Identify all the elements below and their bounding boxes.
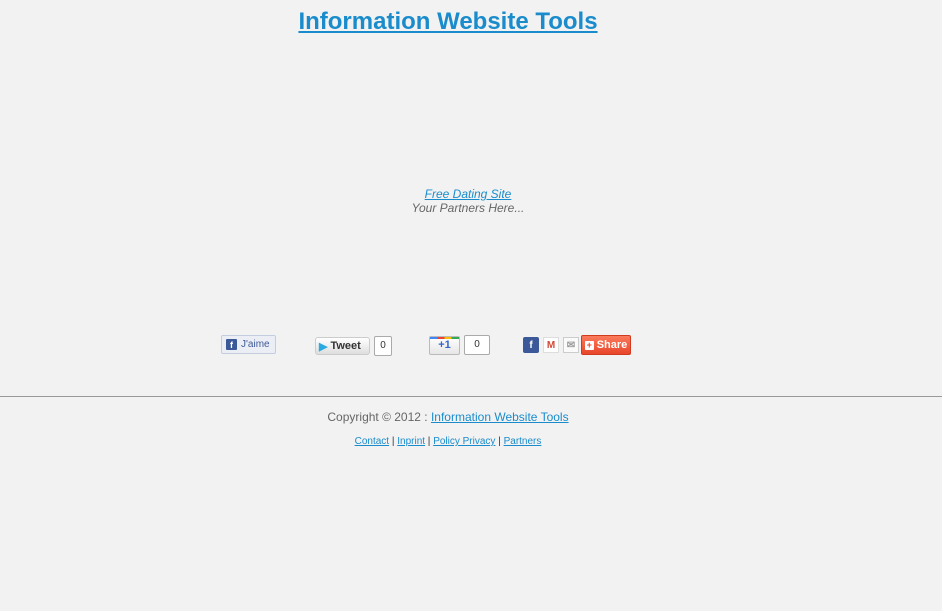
share-button[interactable]: + Share — [581, 335, 631, 355]
tweet-label: Tweet — [330, 340, 361, 352]
partners-tagline: Your Partners Here... — [411, 201, 525, 215]
copyright-text: Copyright © 2012 : — [327, 410, 431, 424]
google-plus-count: 0 — [464, 335, 490, 355]
tweet-button[interactable]: ▶ Tweet — [315, 337, 370, 355]
footer-separator: | — [389, 436, 398, 447]
twitter-bird-icon: ▶ — [319, 340, 328, 353]
share-plus-icon: + — [584, 339, 594, 350]
copyright-line: Copyright © 2012 : Information Website T… — [0, 410, 896, 424]
footer-separator: | — [495, 436, 504, 447]
gmail-share-icon[interactable]: M — [543, 337, 559, 353]
partners-link[interactable]: Partners — [504, 436, 542, 447]
google-plus-label: +1 — [438, 339, 451, 351]
facebook-share-icon[interactable]: f — [523, 337, 539, 353]
facebook-icon: f — [226, 339, 237, 350]
footer-divider — [0, 396, 943, 397]
share-widget: f M ✉ + Share — [523, 334, 631, 356]
copyright-site-link[interactable]: Information Website Tools — [431, 410, 569, 424]
google-plus-one-button[interactable]: +1 — [429, 335, 460, 355]
site-title-link[interactable]: Information Website Tools — [0, 8, 896, 36]
policy-privacy-link[interactable]: Policy Privacy — [433, 436, 495, 447]
inprint-link[interactable]: Inprint — [397, 436, 425, 447]
facebook-like-button[interactable]: f J'aime — [221, 335, 276, 354]
footer-links: Contact | Inprint | Policy Privacy | Par… — [0, 436, 896, 447]
share-label: Share — [596, 339, 628, 351]
contact-link[interactable]: Contact — [355, 436, 389, 447]
tweet-widget: ▶ Tweet 0 — [315, 335, 392, 357]
google-plus-widget: +1 0 — [429, 334, 490, 356]
partners-block: Free Dating Site Your Partners Here... — [0, 187, 936, 215]
email-share-icon[interactable]: ✉ — [563, 337, 579, 353]
free-dating-site-link[interactable]: Free Dating Site — [425, 187, 512, 201]
tweet-count: 0 — [374, 336, 392, 356]
facebook-like-label: J'aime — [241, 339, 270, 350]
footer-separator: | — [425, 436, 434, 447]
